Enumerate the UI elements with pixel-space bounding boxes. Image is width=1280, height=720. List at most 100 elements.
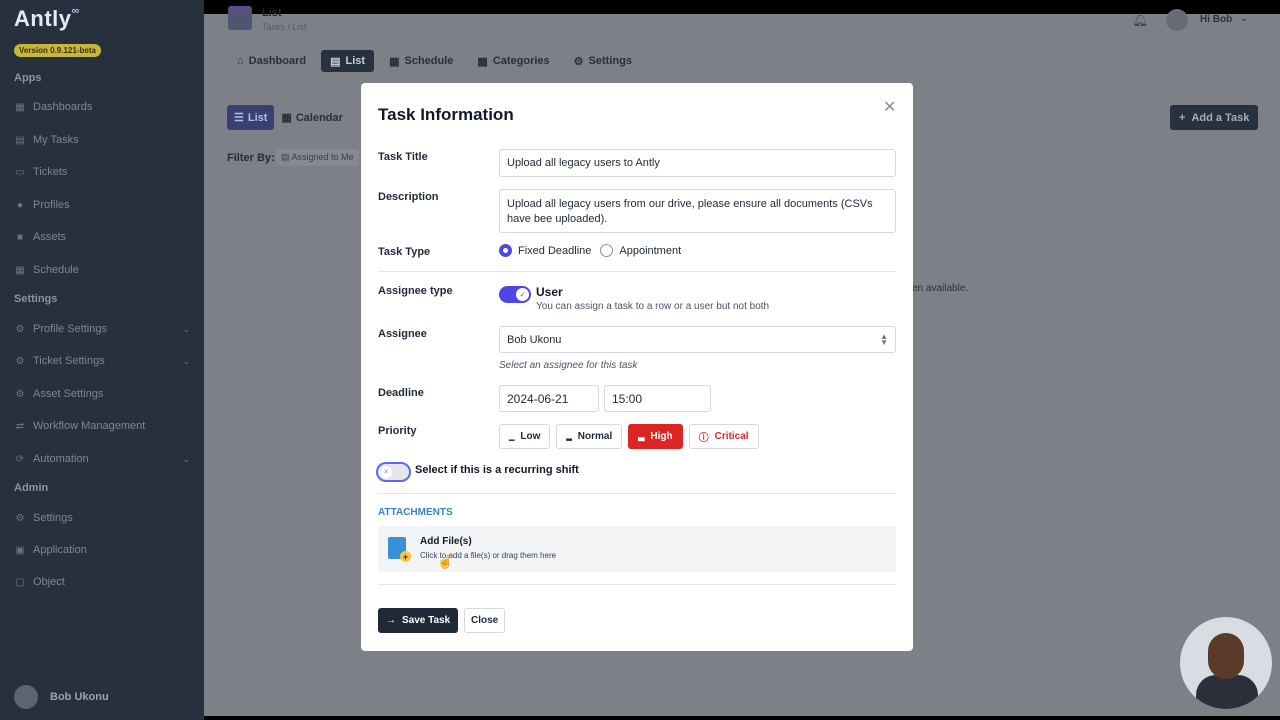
task-title-input[interactable]: Upload all legacy users to Antly xyxy=(499,149,896,177)
user-cog-icon: ⚙ xyxy=(15,323,25,335)
workflow-icon: ⇄ xyxy=(15,420,25,432)
sidebar-item-ticket-settings[interactable]: ⚙ Ticket Settings ⌄ xyxy=(14,351,190,371)
gear-icon: ⚙ xyxy=(573,55,584,68)
check-icon: ✓ xyxy=(516,288,529,301)
recurring-shift-toggle[interactable]: ✕ xyxy=(376,462,411,482)
gear-icon: ⚙ xyxy=(15,512,25,524)
arrow-right-icon: → xyxy=(386,615,396,626)
tab-list[interactable]: ▤ List xyxy=(321,50,375,72)
sidebar-item-object[interactable]: ▢ Object xyxy=(14,572,190,592)
automation-icon: ⟳ xyxy=(15,453,25,465)
filter-chip[interactable]: ▤ Assigned to Me xyxy=(276,149,359,166)
modal-title: Task Information xyxy=(378,105,514,124)
home-icon: ⌂ xyxy=(237,55,244,67)
calendar-view-button[interactable]: ▦ Calendar xyxy=(274,105,349,130)
chevron-down-icon: ⌄ xyxy=(182,323,190,334)
alert-circle-icon: ⓘ xyxy=(698,433,709,444)
task-type-radios: Fixed Deadline Appointment xyxy=(499,244,681,257)
task-title-label: Task Title xyxy=(378,151,428,163)
priority-buttons: ▁ Low ▂ Normal ▃ High ⓘ Critical xyxy=(499,424,759,449)
user-greeting[interactable]: Hi Bob xyxy=(1200,14,1232,25)
tab-categories[interactable]: ▩ Categories xyxy=(468,50,558,72)
assignee-type-toggle[interactable]: ✓ xyxy=(499,286,531,303)
calendar-icon: ▦ xyxy=(15,264,25,276)
sidebar-item-profiles[interactable]: ● Profiles xyxy=(14,195,190,215)
list-icon: ☰ xyxy=(234,112,244,124)
assignee-help: Select an assignee for this task xyxy=(499,360,638,371)
divider xyxy=(378,271,896,272)
sidebar-item-automation[interactable]: ⟳ Automation ⌄ xyxy=(14,449,190,469)
save-task-button[interactable]: → Save Task xyxy=(378,608,459,633)
app-icon: ▣ xyxy=(15,544,25,556)
sidebar-item-application[interactable]: ▣ Application xyxy=(14,540,190,560)
categories-icon: ▩ xyxy=(477,55,488,68)
sidebar-item-schedule[interactable]: ▦ Schedule xyxy=(14,260,190,280)
assignee-select[interactable]: Bob Ukonu ▲ ▼ xyxy=(499,326,896,353)
plus-icon: + xyxy=(1179,111,1186,124)
chevron-down-icon: ⌄ xyxy=(182,453,190,464)
file-add-icon: + xyxy=(388,537,411,562)
sidebar-section-admin: Admin xyxy=(14,482,49,494)
priority-low-button[interactable]: ▁ Low xyxy=(499,424,551,449)
attachments-heading: ATTACHMENTS xyxy=(378,507,453,518)
app-logo[interactable]: Antly∞ xyxy=(14,5,80,32)
sidebar-user[interactable]: Bob Ukonu xyxy=(14,685,109,709)
assignee-type-label: Assignee type xyxy=(378,285,453,297)
signal-low-icon: ▁ xyxy=(509,433,515,441)
sidebar-item-tickets[interactable]: ▭ Tickets xyxy=(14,162,190,182)
deadline-time-input[interactable]: 15:00 xyxy=(604,385,711,412)
priority-critical-button[interactable]: ⓘ Critical xyxy=(688,424,759,449)
chevron-down-icon: ⌄ xyxy=(182,355,190,366)
tab-dashboard[interactable]: ⌂ Dashboard xyxy=(228,50,315,72)
assignee-label: Assignee xyxy=(378,328,427,340)
calendar-icon xyxy=(228,6,252,30)
signal-medium-icon: ▂ xyxy=(566,433,572,441)
chevron-down-icon[interactable]: ⌄ xyxy=(1240,13,1248,24)
sidebar-item-admin-settings[interactable]: ⚙ Settings xyxy=(14,508,190,528)
deadline-date-input[interactable]: 2024-06-21 xyxy=(499,385,599,412)
breadcrumb[interactable]: Tasks / List xyxy=(262,22,307,32)
box-cog-icon: ⚙ xyxy=(15,388,25,400)
signal-high-icon: ▃ xyxy=(638,432,645,441)
close-button[interactable]: Close xyxy=(464,608,506,633)
priority-high-button[interactable]: ▃ High xyxy=(628,424,683,449)
sidebar-item-asset-settings[interactable]: ⚙ Asset Settings xyxy=(14,384,190,404)
user-icon: ● xyxy=(16,199,24,211)
x-icon: ✕ xyxy=(380,466,392,478)
add-task-button[interactable]: + Add a Task xyxy=(1170,105,1259,130)
description-label: Description xyxy=(378,191,439,203)
calendar-icon: ▦ xyxy=(389,55,400,68)
avatar xyxy=(14,685,38,709)
hand-cursor-icon: ☝ xyxy=(437,554,454,569)
sidebar-item-my-tasks[interactable]: ▤ My Tasks xyxy=(14,130,190,150)
ticket-cog-icon: ⚙ xyxy=(15,355,25,367)
file-dropzone[interactable]: + Add File(s) Click to add a file(s) or … xyxy=(378,526,896,572)
sidebar-section-settings: Settings xyxy=(14,293,58,305)
top-bar: List Tasks / List 🔔︎ Hi Bob ⌄ xyxy=(204,0,1280,40)
tab-settings[interactable]: ⚙ Settings xyxy=(565,50,641,72)
bell-icon[interactable]: 🔔︎ xyxy=(1132,12,1149,28)
sidebar-item-workflow-management[interactable]: ⇄ Workflow Management xyxy=(14,416,190,436)
version-badge: Version 0.9.121-beta xyxy=(14,44,101,57)
sidebar-item-profile-settings[interactable]: ⚙ Profile Settings ⌄ xyxy=(14,319,190,339)
close-icon[interactable]: ✕ xyxy=(883,97,896,117)
avatar[interactable] xyxy=(1166,9,1188,31)
select-arrows-icon: ▲ ▼ xyxy=(880,331,888,347)
list-view-button[interactable]: ☰ List xyxy=(227,105,275,130)
list-icon: ▤ xyxy=(330,55,341,68)
tab-schedule[interactable]: ▦ Schedule xyxy=(380,50,462,72)
radio-appointment[interactable] xyxy=(600,244,614,257)
priority-normal-button[interactable]: ▂ Normal xyxy=(556,424,623,449)
radio-fixed-deadline[interactable] xyxy=(499,244,512,257)
filter-label: Filter By: xyxy=(227,152,275,164)
add-files-title: Add File(s) xyxy=(420,536,472,547)
description-textarea[interactable]: Upload all legacy users from our drive, … xyxy=(499,189,896,233)
ticket-icon: ▭ xyxy=(15,166,25,178)
divider xyxy=(378,584,896,585)
recurring-shift-label: Select if this is a recurring shift xyxy=(415,464,579,476)
sidebar-section-apps: Apps xyxy=(14,72,42,84)
sidebar-item-dashboards[interactable]: ▦ Dashboards xyxy=(14,97,190,117)
task-type-label: Task Type xyxy=(378,246,431,258)
sidebar-item-assets[interactable]: ■ Assets xyxy=(14,227,190,247)
grid-icon: ▦ xyxy=(15,101,25,113)
